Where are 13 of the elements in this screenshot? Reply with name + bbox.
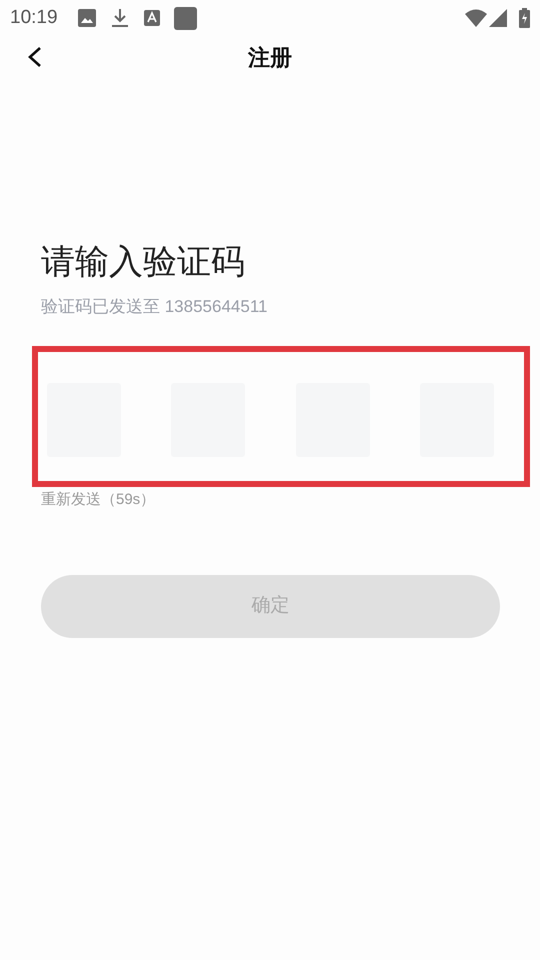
battery-icon — [519, 8, 530, 28]
font-icon — [144, 10, 160, 26]
download-icon — [112, 8, 128, 28]
notification-square-icon — [174, 6, 197, 30]
back-icon[interactable] — [27, 46, 43, 68]
image-icon — [78, 9, 96, 27]
subtitle: 验证码已发送至 13855644511 — [41, 296, 268, 318]
wifi-icon — [465, 9, 487, 27]
heading: 请输入验证码 — [41, 242, 246, 282]
page-title: 注册 — [248, 44, 292, 72]
status-time: 10:19 — [10, 6, 58, 30]
signal-icon — [489, 9, 507, 27]
resend-countdown: 重新发送（59s） — [41, 490, 156, 510]
